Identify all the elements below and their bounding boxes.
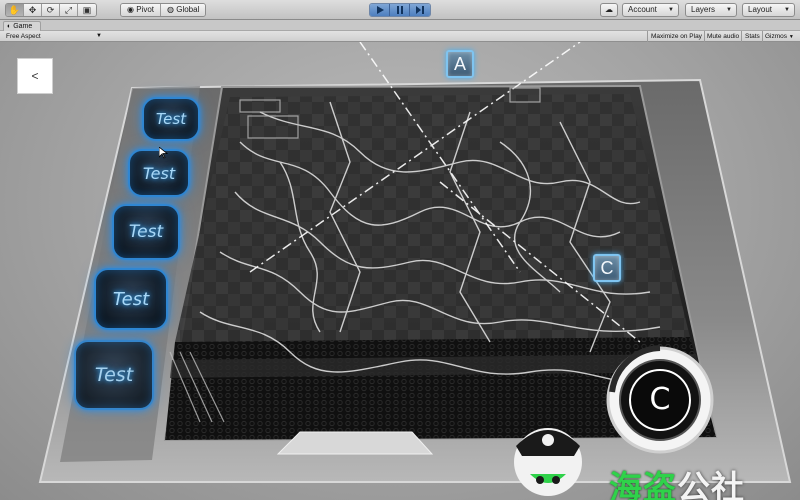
game-icon: ◐ bbox=[7, 23, 12, 30]
aspect-dropdown[interactable]: Free Aspect ▼ bbox=[3, 32, 104, 41]
pivot-toggle-group: ◉ Pivot ◍ Global bbox=[120, 3, 207, 17]
chevron-down-icon: ▼ bbox=[726, 7, 732, 13]
gizmos-label: Gizmos bbox=[765, 33, 788, 40]
global-label: Global bbox=[176, 5, 200, 14]
divider bbox=[762, 31, 763, 42]
back-button[interactable]: < bbox=[17, 58, 53, 94]
test-button-label: Test bbox=[94, 364, 134, 386]
layers-label: Layers bbox=[691, 5, 716, 14]
pause-icon bbox=[396, 6, 403, 14]
aspect-label: Free Aspect bbox=[6, 33, 41, 40]
hand-tool-icon[interactable]: ✋ bbox=[6, 4, 24, 16]
watermark-part2: 公社 bbox=[677, 468, 745, 500]
bottom-tab bbox=[276, 431, 434, 455]
game-viewport: < Test Test Test Test Test A C C 海盗公社 bbox=[0, 42, 800, 500]
mute-label: Mute audio bbox=[707, 33, 740, 40]
game-view-header: Free Aspect ▼ Maximize on Play Mute audi… bbox=[0, 31, 800, 42]
chevron-down-icon: ▼ bbox=[788, 34, 794, 40]
marker-c-label: C bbox=[600, 258, 614, 278]
pivot-icon: ◉ bbox=[127, 5, 134, 14]
chevron-down-icon: ▼ bbox=[96, 33, 102, 39]
pirate-icon bbox=[514, 428, 582, 496]
test-button-label: Test bbox=[112, 288, 150, 310]
test-button-label: Test bbox=[128, 222, 164, 242]
divider bbox=[647, 31, 648, 42]
watermark-part1: 海盗 bbox=[609, 468, 677, 500]
editor-toolbar: ✋ ✥ ⟳ ⤢ ▣ ◉ Pivot ◍ Global ☁ Account ▼ L bbox=[0, 0, 800, 20]
test-button-label: Test bbox=[142, 163, 176, 183]
test-button-1[interactable]: Test bbox=[142, 97, 200, 141]
marker-a-label: A bbox=[453, 54, 466, 74]
divider bbox=[741, 31, 742, 42]
step-icon bbox=[416, 6, 424, 14]
scale-tool-icon[interactable]: ⤢ bbox=[60, 4, 78, 16]
game-tab[interactable]: ◐ Game bbox=[3, 21, 42, 31]
test-button-label: Test bbox=[155, 110, 187, 128]
layout-label: Layout bbox=[748, 5, 773, 14]
global-button[interactable]: ◍ Global bbox=[161, 4, 206, 16]
joystick-button[interactable]: C bbox=[640, 380, 680, 420]
stats-label: Stats bbox=[745, 33, 760, 40]
transform-tools: ✋ ✥ ⟳ ⤢ ▣ bbox=[5, 3, 97, 17]
globe-icon: ◍ bbox=[167, 5, 174, 14]
chevron-down-icon: ▼ bbox=[784, 7, 790, 13]
layers-dropdown[interactable]: Layers ▼ bbox=[685, 3, 737, 17]
account-label: Account bbox=[628, 5, 657, 14]
play-icon bbox=[376, 6, 384, 14]
stats-toggle[interactable]: Stats bbox=[745, 32, 760, 41]
maximize-label: Maximize on Play bbox=[651, 33, 702, 40]
account-dropdown[interactable]: Account ▼ bbox=[622, 3, 679, 17]
marker-a[interactable]: A bbox=[446, 50, 474, 78]
playback-controls bbox=[369, 3, 431, 17]
move-tool-icon[interactable]: ✥ bbox=[24, 4, 42, 16]
joystick-label: C bbox=[649, 382, 671, 417]
divider bbox=[704, 31, 705, 42]
cloud-button[interactable]: ☁ bbox=[600, 3, 618, 17]
pivot-label: Pivot bbox=[136, 5, 155, 14]
maximize-on-play-toggle[interactable]: Maximize on Play bbox=[651, 32, 702, 41]
watermark-text: 海盗公社 bbox=[609, 461, 745, 500]
step-button[interactable] bbox=[410, 4, 430, 16]
back-label: < bbox=[31, 69, 39, 83]
test-button-3[interactable]: Test bbox=[112, 204, 180, 260]
pause-button[interactable] bbox=[390, 4, 410, 16]
test-button-5[interactable]: Test bbox=[74, 340, 154, 410]
test-button-4[interactable]: Test bbox=[94, 268, 168, 330]
cloud-icon: ☁ bbox=[605, 5, 613, 14]
cursor-icon bbox=[159, 147, 168, 159]
chevron-down-icon: ▼ bbox=[668, 7, 674, 13]
play-button[interactable] bbox=[370, 4, 390, 16]
mute-audio-toggle[interactable]: Mute audio bbox=[707, 32, 739, 41]
gizmos-dropdown[interactable]: Gizmos ▼ bbox=[765, 32, 794, 41]
layout-dropdown[interactable]: Layout ▼ bbox=[742, 3, 795, 17]
game-tab-label: Game bbox=[13, 23, 33, 30]
pivot-button[interactable]: ◉ Pivot bbox=[121, 4, 162, 16]
map-area bbox=[175, 94, 690, 342]
rect-tool-icon[interactable]: ▣ bbox=[78, 4, 96, 16]
rotate-tool-icon[interactable]: ⟳ bbox=[42, 4, 60, 16]
marker-c[interactable]: C bbox=[593, 254, 621, 282]
game-tab-bar: ◐ Game bbox=[0, 20, 800, 31]
